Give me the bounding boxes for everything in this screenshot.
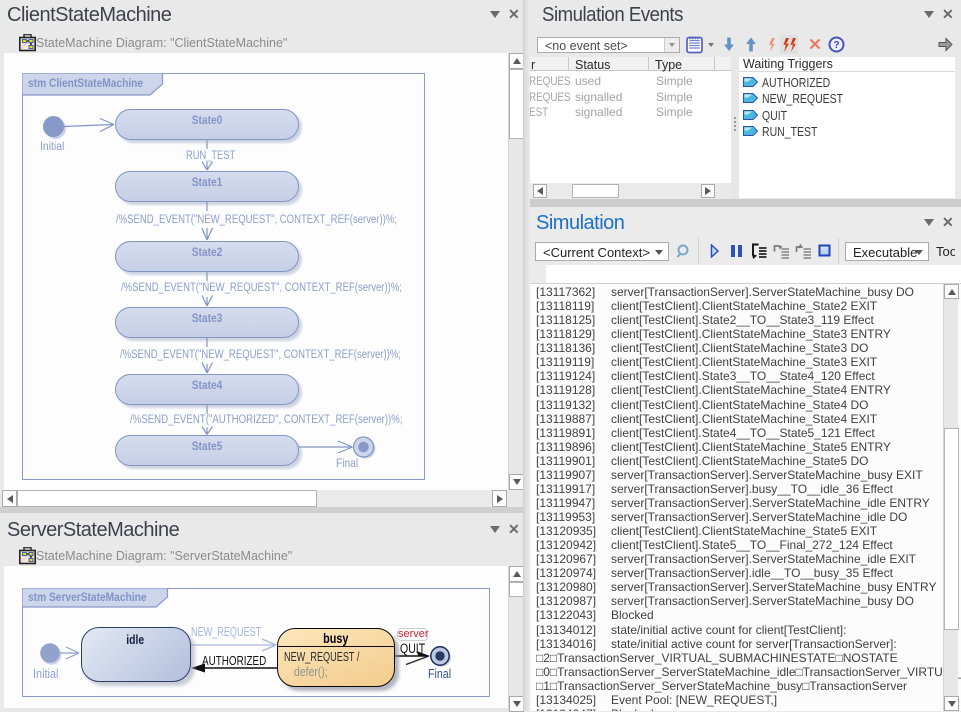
svg-text:?: ? <box>833 40 839 51</box>
